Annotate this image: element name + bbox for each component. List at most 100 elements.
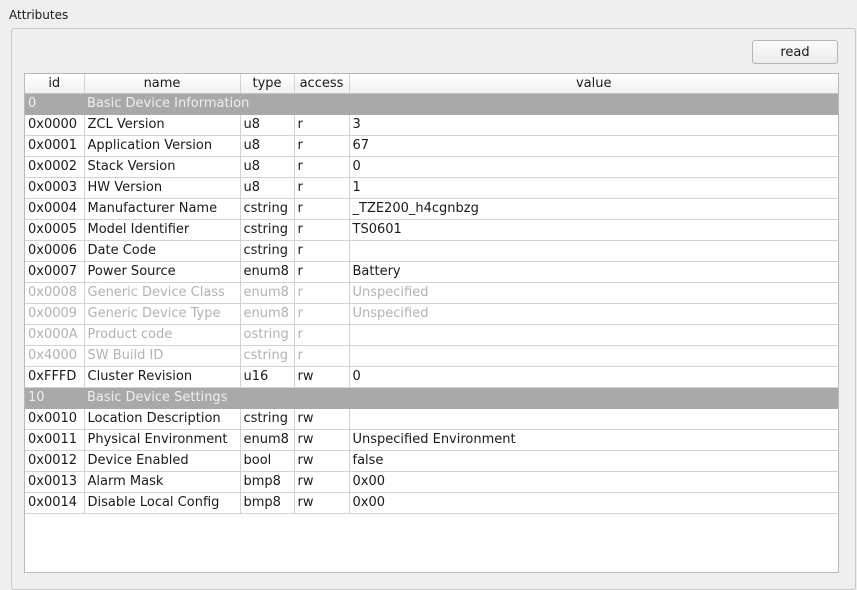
attribute-name-cell: Date Code	[84, 240, 241, 262]
column-header-name[interactable]: name	[84, 74, 241, 94]
table-row[interactable]: 0x0006 Date Code cstring r	[25, 240, 838, 262]
attribute-type-cell: u8	[240, 114, 295, 136]
attribute-id-cell: 0x4000	[25, 345, 85, 367]
attribute-id-cell: 0x000A	[25, 324, 85, 346]
attribute-id-cell: 0x0010	[25, 408, 85, 430]
attribute-access-cell: rw	[294, 471, 350, 493]
attribute-type-cell: u16	[240, 366, 295, 388]
attribute-name-cell: Product code	[84, 324, 241, 346]
column-header-access[interactable]: access	[294, 74, 350, 94]
attribute-name-cell: Power Source	[84, 261, 241, 283]
attribute-value-cell: 3	[349, 114, 838, 136]
attribute-name-cell: Alarm Mask	[84, 471, 241, 493]
attribute-access-cell: rw	[294, 450, 350, 472]
attribute-name-cell: Cluster Revision	[84, 366, 241, 388]
attribute-type-cell: cstring	[240, 408, 295, 430]
table-row[interactable]: 0x4000 SW Build ID cstring r	[25, 345, 838, 367]
table-row[interactable]: 0x0008 Generic Device Class enum8 r Unspecif…	[25, 282, 838, 304]
table-row[interactable]: 0x0007 Power Source enum8 r Battery	[25, 261, 838, 283]
attribute-value-cell	[349, 408, 838, 430]
table-row[interactable]: 0x0010 Location Description cstring rw	[25, 408, 838, 430]
attribute-access-cell: rw	[294, 492, 350, 514]
attribute-value-cell: 0	[349, 366, 838, 388]
section-header-row[interactable]: 10 Basic Device Settings	[25, 387, 838, 409]
attribute-id-cell: 0x0008	[25, 282, 85, 304]
attribute-type-cell: u8	[240, 135, 295, 157]
attribute-type-cell: cstring	[240, 240, 295, 262]
attribute-access-cell: r	[294, 261, 350, 283]
table-row[interactable]: 0x0009 Generic Device Type enum8 r Unspecifi…	[25, 303, 838, 325]
attribute-value-cell: Unspecified Environment	[349, 429, 838, 451]
table-row[interactable]: 0x0001 Application Version u8 r 67	[25, 135, 838, 157]
attribute-access-cell: r	[294, 303, 350, 325]
attribute-name-cell: Manufacturer Name	[84, 198, 241, 220]
attribute-type-cell: ostring	[240, 324, 295, 346]
attribute-id-cell: 0x0011	[25, 429, 85, 451]
attribute-value-cell: Battery	[349, 261, 838, 283]
table-row[interactable]: 0x0012 Device Enabled bool rw false	[25, 450, 838, 472]
section-id: 10	[25, 387, 84, 409]
attribute-value-cell: 0x00	[349, 471, 838, 493]
attributes-table[interactable]: id name type access value 0 Basic Device …	[24, 73, 839, 573]
read-button[interactable]: read	[752, 40, 838, 64]
table-row[interactable]: 0x0003 HW Version u8 r 1	[25, 177, 838, 199]
column-header-type[interactable]: type	[240, 74, 295, 94]
attribute-value-cell: Unspecified	[349, 303, 838, 325]
attribute-name-cell: ZCL Version	[84, 114, 241, 136]
attribute-id-cell: 0x0002	[25, 156, 85, 178]
attribute-value-cell: TS0601	[349, 219, 838, 241]
attribute-id-cell: 0x0006	[25, 240, 85, 262]
attribute-value-cell: 1	[349, 177, 838, 199]
attribute-name-cell: SW Build ID	[84, 345, 241, 367]
table-row[interactable]: 0x0002 Stack Version u8 r 0	[25, 156, 838, 178]
attribute-type-cell: enum8	[240, 429, 295, 451]
attribute-type-cell: cstring	[240, 219, 295, 241]
attribute-value-cell: 0	[349, 156, 838, 178]
attribute-id-cell: 0x0000	[25, 114, 85, 136]
attribute-id-cell: 0xFFFD	[25, 366, 85, 388]
attribute-name-cell: Model Identifier	[84, 219, 241, 241]
attribute-access-cell: r	[294, 282, 350, 304]
attribute-value-cell: 0x00	[349, 492, 838, 514]
attribute-id-cell: 0x0013	[25, 471, 85, 493]
attribute-name-cell: Disable Local Config	[84, 492, 241, 514]
column-header-id[interactable]: id	[25, 74, 85, 94]
section-name: Basic Device Information	[84, 93, 838, 115]
attribute-access-cell: r	[294, 240, 350, 262]
table-row[interactable]: 0x0014 Disable Local Config bmp8 rw 0x00	[25, 492, 838, 514]
attribute-access-cell: r	[294, 135, 350, 157]
attribute-access-cell: r	[294, 198, 350, 220]
table-row[interactable]: 0x0011 Physical Environment enum8 rw Unspeci…	[25, 429, 838, 451]
section-header-row[interactable]: 0 Basic Device Information	[25, 93, 838, 115]
attribute-name-cell: Generic Device Class	[84, 282, 241, 304]
attribute-type-cell: enum8	[240, 282, 295, 304]
section-id: 0	[25, 93, 84, 115]
attribute-access-cell: r	[294, 324, 350, 346]
attribute-type-cell: bool	[240, 450, 295, 472]
attribute-type-cell: u8	[240, 177, 295, 199]
attribute-value-cell	[349, 345, 838, 367]
table-header-row: id name type access value	[25, 74, 838, 94]
table-row[interactable]: 0x0005 Model Identifier cstring r TS0601	[25, 219, 838, 241]
attribute-access-cell: rw	[294, 366, 350, 388]
attribute-id-cell: 0x0005	[25, 219, 85, 241]
attributes-table-body: 0 Basic Device Information 0x0000 ZCL Versi…	[25, 93, 838, 514]
table-row[interactable]: 0x0004 Manufacturer Name cstring r _TZE200_h…	[25, 198, 838, 220]
attribute-access-cell: rw	[294, 408, 350, 430]
attribute-name-cell: Physical Environment	[84, 429, 241, 451]
attribute-id-cell: 0x0003	[25, 177, 85, 199]
attribute-name-cell: Application Version	[84, 135, 241, 157]
attribute-value-cell	[349, 324, 838, 346]
table-row[interactable]: 0x0000 ZCL Version u8 r 3	[25, 114, 838, 136]
attribute-id-cell: 0x0007	[25, 261, 85, 283]
attribute-id-cell: 0x0014	[25, 492, 85, 514]
table-row[interactable]: 0xFFFD Cluster Revision u16 rw 0	[25, 366, 838, 388]
section-name: Basic Device Settings	[84, 387, 838, 409]
table-row[interactable]: 0x0013 Alarm Mask bmp8 rw 0x00	[25, 471, 838, 493]
attribute-id-cell: 0x0001	[25, 135, 85, 157]
attribute-value-cell: _TZE200_h4cgnbzg	[349, 198, 838, 220]
attribute-type-cell: u8	[240, 156, 295, 178]
column-header-value[interactable]: value	[349, 74, 838, 94]
attribute-type-cell: bmp8	[240, 492, 295, 514]
table-row[interactable]: 0x000A Product code ostring r	[25, 324, 838, 346]
